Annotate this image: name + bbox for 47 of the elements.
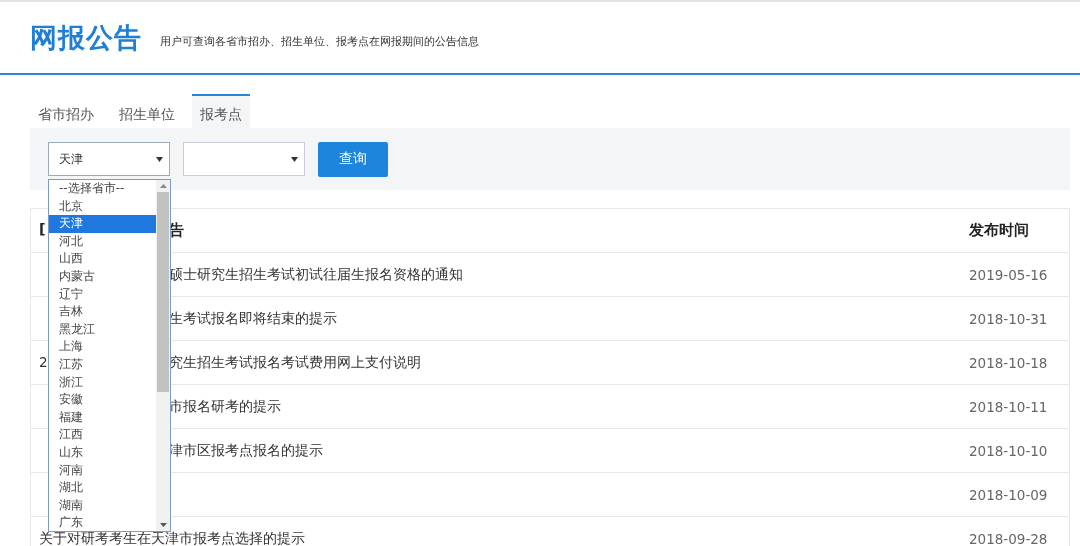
column-header: 发布时间 xyxy=(969,221,1030,240)
dropdown-option[interactable]: 江苏 xyxy=(49,355,156,374)
column-header: [ xyxy=(39,221,46,237)
tab[interactable]: 省市招办 xyxy=(30,94,102,128)
caret-icon xyxy=(156,156,163,162)
scrollbar[interactable] xyxy=(156,180,170,531)
page-title: 网报公告 xyxy=(30,20,142,55)
tab[interactable]: 招生单位 xyxy=(111,94,183,128)
dropdown-option[interactable]: 浙江 xyxy=(49,373,156,392)
site-select[interactable] xyxy=(183,142,305,176)
dropdown-option[interactable]: 河南 xyxy=(49,461,156,480)
dropdown-option[interactable]: 辽宁 xyxy=(49,285,156,304)
dropdown-option[interactable]: 山东 xyxy=(49,443,156,462)
dropdown-option[interactable]: 安徽 xyxy=(49,391,156,409)
dropdown-option[interactable]: 福建 xyxy=(49,408,156,427)
table-cell: 2 xyxy=(39,353,48,370)
dropdown-option[interactable]: 河北 xyxy=(49,232,156,251)
dropdown-option[interactable]: 天津 xyxy=(49,215,156,233)
dropdown-option[interactable]: 湖北 xyxy=(49,479,156,497)
table-cell-text: 2018-10-09 xyxy=(969,486,1049,503)
table-cell-text: 2019-05-16 xyxy=(969,266,1049,283)
table-cell-text: 2018-10-11 xyxy=(969,398,1049,415)
scroll-down-icon[interactable] xyxy=(159,523,167,527)
table-cell-text: 2018-10-18 xyxy=(969,354,1049,371)
announcement-link[interactable]: 究生招生考试报名考试费用网上支付说明 xyxy=(169,353,421,372)
scroll-up-icon[interactable] xyxy=(159,184,167,188)
dropdown-option[interactable]: 内蒙古 xyxy=(49,267,156,286)
announcement-link[interactable]: 关于对研考考生在天津市报考点选择的提示 xyxy=(39,529,305,546)
table-cell-text: 2018-09-28 xyxy=(969,530,1049,546)
dropdown-option[interactable]: 黑龙江 xyxy=(49,320,156,339)
dropdown-option[interactable]: 上海 xyxy=(49,338,156,356)
dropdown-option[interactable]: 北京 xyxy=(49,197,156,216)
table-cell-text: 2018-10-10 xyxy=(969,442,1049,459)
announcement-link[interactable]: 市报名研考的提示 xyxy=(169,397,281,416)
caret-icon xyxy=(291,156,298,162)
dropdown-option[interactable]: 江西 xyxy=(49,426,156,444)
dropdown-option[interactable]: 吉林 xyxy=(49,303,156,321)
search-button[interactable]: 查询 xyxy=(318,141,388,177)
province-select[interactable]: 天津 xyxy=(48,142,170,176)
table-cell-text: 2018-10-31 xyxy=(969,310,1049,327)
dropdown-option[interactable]: 湖南 xyxy=(49,496,156,515)
dropdown-option[interactable]: 广东 xyxy=(49,514,156,532)
dropdown-option[interactable]: 山西 xyxy=(49,250,156,268)
page-subtitle: 用户可查询各省市招办、招生单位、报考点在网报期间的公告信息 xyxy=(160,34,479,49)
scrollbar-thumb[interactable] xyxy=(157,192,169,392)
tab[interactable]: 报考点 xyxy=(192,94,250,128)
dropdown-option[interactable]: --选择省市-- xyxy=(49,180,156,198)
